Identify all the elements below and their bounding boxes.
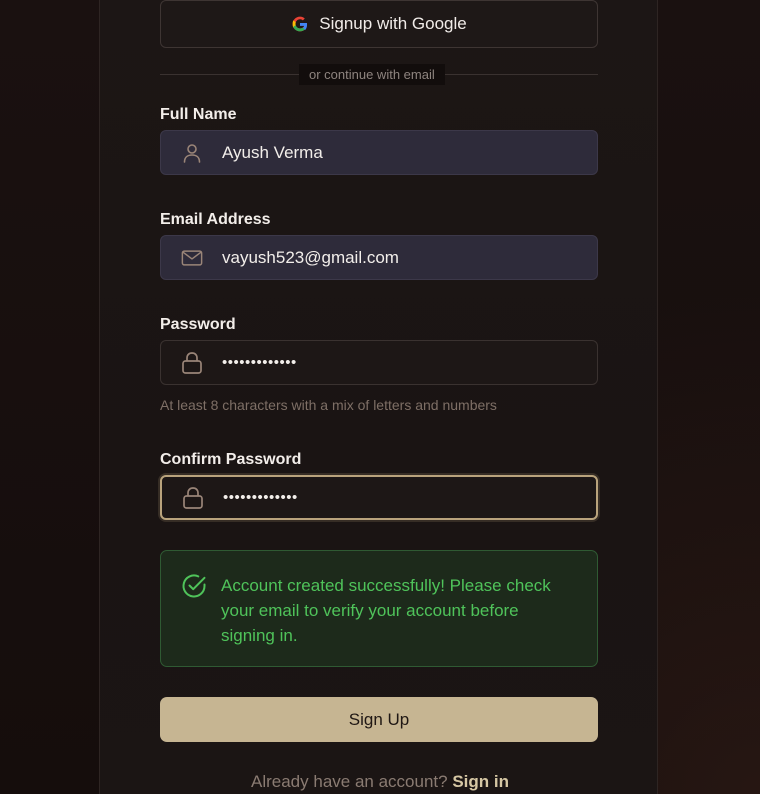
lock-icon bbox=[182, 486, 204, 509]
confirm-password-label: Confirm Password bbox=[160, 451, 302, 468]
password-label: Password bbox=[160, 316, 236, 333]
sign-up-button[interactable]: Sign Up bbox=[160, 697, 598, 742]
full-name-value: Ayush Verma bbox=[222, 142, 323, 162]
user-icon bbox=[181, 142, 203, 164]
email-field[interactable]: vayush523@gmail.com bbox=[160, 235, 598, 280]
mail-icon bbox=[181, 247, 203, 269]
check-circle-icon bbox=[182, 574, 206, 598]
confirm-password-value: ••••••••••••• bbox=[223, 489, 298, 506]
signin-prompt-text: Already have an account? bbox=[251, 772, 448, 791]
password-field[interactable]: ••••••••••••• bbox=[160, 340, 598, 385]
sign-in-link[interactable]: Sign in bbox=[452, 772, 509, 791]
success-message: Account created successfully! Please che… bbox=[221, 576, 551, 645]
signin-prompt: Already have an account? Sign in bbox=[0, 772, 760, 792]
email-label: Email Address bbox=[160, 211, 271, 228]
google-icon bbox=[292, 16, 308, 32]
confirm-password-field[interactable]: ••••••••••••• bbox=[160, 475, 598, 520]
full-name-field[interactable]: Ayush Verma bbox=[160, 130, 598, 175]
full-name-label: Full Name bbox=[160, 106, 237, 123]
success-alert: Account created successfully! Please che… bbox=[160, 550, 598, 667]
google-signup-label: Signup with Google bbox=[319, 14, 467, 33]
google-signup-button[interactable]: Signup with Google bbox=[160, 0, 598, 48]
email-value: vayush523@gmail.com bbox=[222, 247, 399, 267]
password-value: ••••••••••••• bbox=[222, 354, 297, 371]
password-hint: At least 8 characters with a mix of lett… bbox=[160, 397, 497, 413]
divider-text: or continue with email bbox=[299, 64, 445, 85]
lock-icon bbox=[181, 351, 203, 374]
